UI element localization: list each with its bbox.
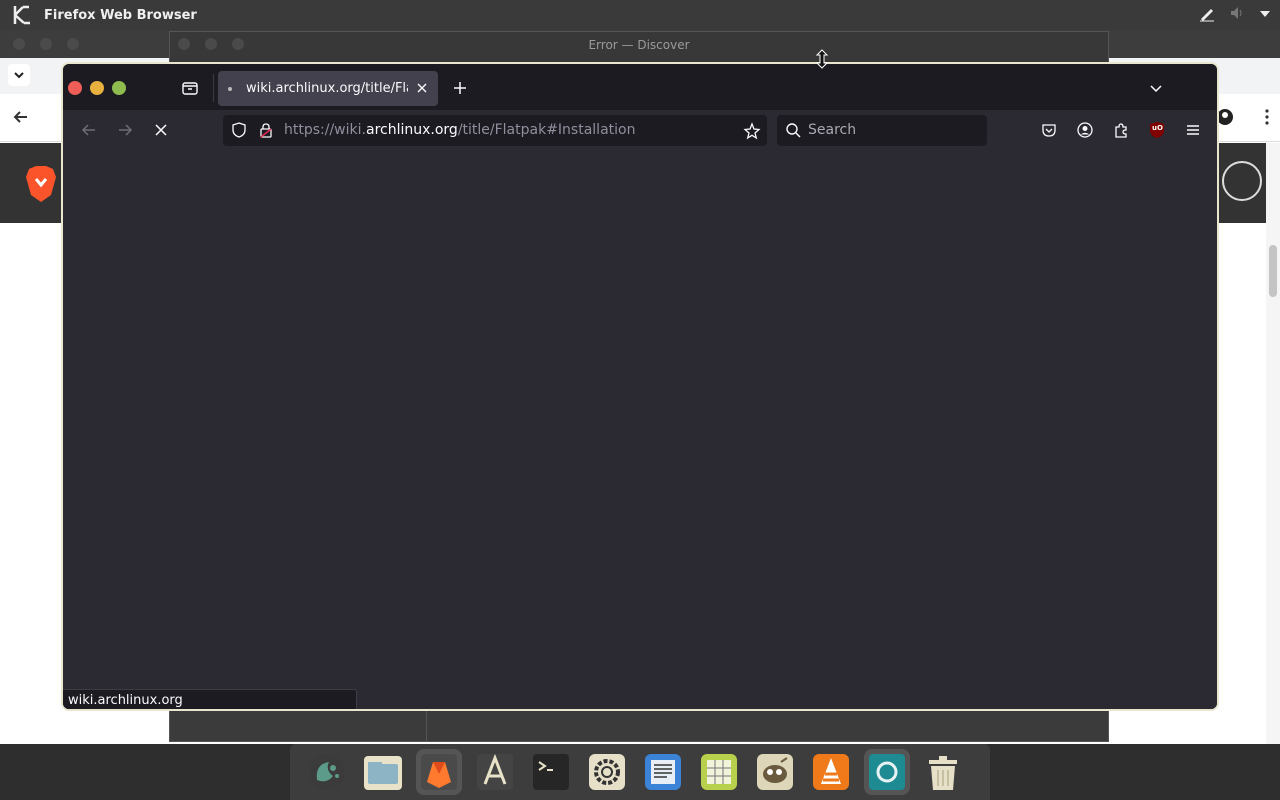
extensions-button[interactable] [1111,120,1131,140]
brave-lion-icon [24,165,58,207]
tracking-protection-shield-icon[interactable] [231,122,247,138]
hamburger-menu-icon [1187,125,1199,135]
bookmark-star-icon[interactable] [743,122,761,140]
pocket-button[interactable] [1039,120,1059,140]
calc-icon [701,754,737,790]
dock-item-writer[interactable] [640,749,686,795]
connection-lock-icon[interactable] [258,122,274,138]
search-icon [785,122,801,138]
account-icon [1077,122,1093,138]
tab-loading-favicon-icon [228,86,232,91]
app-menu-button[interactable] [1183,120,1203,140]
dock-item-gimp[interactable] [752,749,798,795]
list-all-tabs-button[interactable] [1147,79,1165,97]
bg-tab-search-button[interactable] [8,64,30,86]
search-placeholder: Search [808,122,857,138]
plus-icon [454,82,466,94]
url-prefix: https://wiki. [284,122,366,138]
background-scrollbar[interactable] [1266,143,1280,744]
screenshot-icon [869,754,905,790]
dock-item-firefox[interactable] [416,749,462,795]
vlc-icon [813,754,849,790]
stop-x-icon [155,124,167,136]
firefox-view-button[interactable] [180,78,200,98]
gimp-icon [757,754,793,790]
resize-vertical-cursor-icon [815,49,829,69]
discover-bottom-bar [170,709,1108,741]
discover-window-title: Error — Discover [588,38,690,52]
url-text[interactable]: https://wiki.archlinux.org/title/Flatpak… [284,115,635,146]
plasma-icon [309,754,345,790]
terminal-icon [533,754,569,790]
tab-active[interactable]: wiki.archlinux.org/title/Flatpak#Install… [218,71,438,106]
writer-icon [645,754,681,790]
forward-arrow-icon [119,124,133,136]
pen-icon[interactable] [1198,4,1216,26]
forward-button[interactable] [115,120,135,140]
stop-button[interactable] [151,120,171,140]
ublock-origin-button[interactable]: uO [1147,120,1167,140]
bg-maximize-button[interactable] [67,38,79,50]
kde-logo-icon[interactable] [8,1,36,29]
dock-item-plasma[interactable] [304,749,350,795]
url-host: archlinux.org [365,122,458,138]
settings-icon [589,754,625,790]
navigation-toolbar: https://wiki.archlinux.org/title/Flatpak… [63,110,1217,150]
search-bar[interactable]: Search [777,115,987,146]
window-minimize-button[interactable] [90,81,104,95]
url-bar[interactable]: https://wiki.archlinux.org/title/Flatpak… [223,115,767,146]
top-panel: Firefox Web Browser [0,0,1280,30]
dock-item-settings[interactable] [584,749,630,795]
folder-icon [364,756,402,790]
dock-item-trash[interactable] [920,749,966,795]
volume-icon[interactable] [1228,4,1246,26]
account-button[interactable] [1075,120,1095,140]
active-app-title: Firefox Web Browser [44,7,197,23]
url-path: /title/Flatpak#Installation [457,122,636,138]
dock-item-screenshot[interactable] [864,749,910,795]
back-arrow-icon [81,124,95,136]
dock-item-calc[interactable] [696,749,742,795]
pocket-icon [1042,124,1056,137]
chevron-down-icon [1150,85,1162,93]
dock-item-vlc[interactable] [808,749,854,795]
new-tab-button[interactable] [451,79,469,97]
bg-circle-button[interactable] [1222,161,1262,201]
dock [290,744,990,800]
dock-item-terminal[interactable] [528,749,574,795]
bg-minimize-button[interactable] [40,38,52,50]
puzzle-icon [1115,123,1127,138]
firefox-window: wiki.archlinux.org/title/Flatpak#Install… [61,62,1219,711]
tab-title: wiki.archlinux.org/title/Flatpak#Install… [246,81,408,96]
bg-menu-icon[interactable] [1264,108,1270,130]
ublock-badge: uO [1152,124,1163,132]
back-button[interactable] [79,120,99,140]
tab-close-icon[interactable] [414,80,430,96]
status-link-preview: wiki.archlinux.org [63,689,357,709]
window-maximize-button[interactable] [112,81,126,95]
firefox-icon [421,754,457,790]
tab-bar: wiki.archlinux.org/title/Flatpak#Install… [63,64,1217,110]
firefox-view-icon [182,82,198,95]
window-close-button[interactable] [68,81,82,95]
bg-close-button[interactable] [13,38,25,50]
page-content-area[interactable]: wiki.archlinux.org [63,150,1217,709]
background-scrollbar-thumb[interactable] [1269,245,1277,297]
bg-back-icon[interactable] [12,108,30,130]
dock-item-files[interactable] [360,749,406,795]
dock-item-app-store[interactable] [472,749,518,795]
app-store-icon [477,753,513,790]
trash-icon [929,756,957,790]
tab-separator [213,74,214,102]
panel-menu-chevron-icon[interactable] [1258,6,1272,25]
